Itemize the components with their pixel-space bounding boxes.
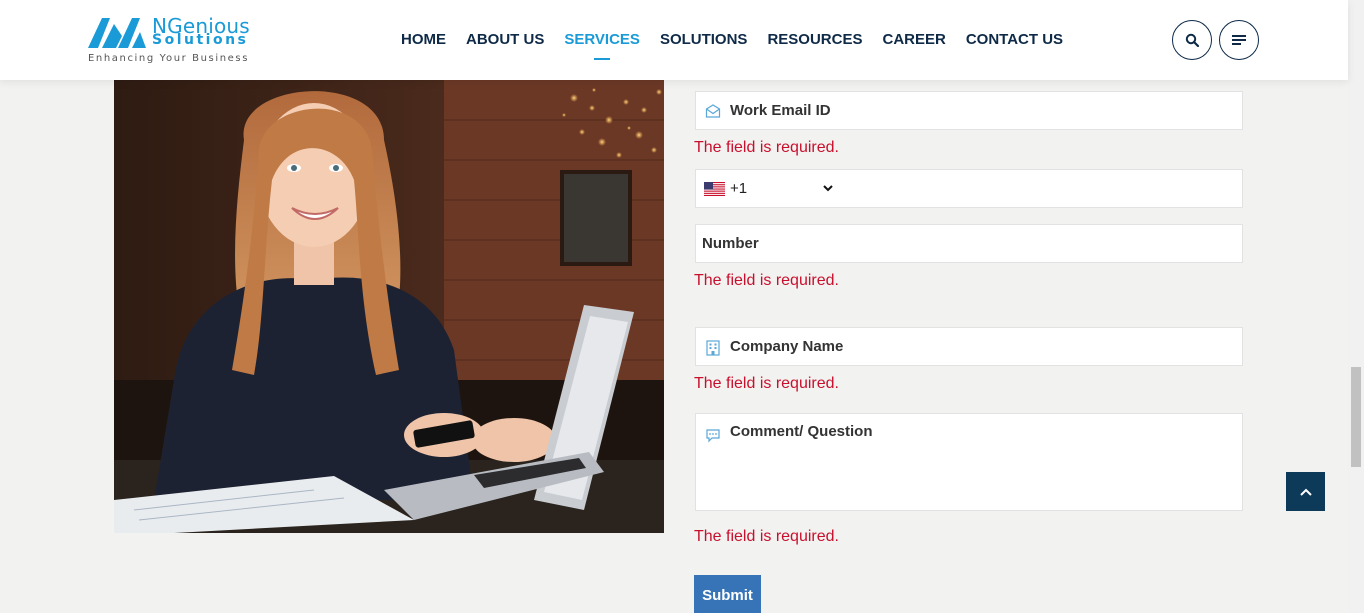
hero-photo <box>114 80 664 533</box>
scrollbar-thumb[interactable] <box>1351 367 1361 467</box>
nav-services[interactable]: SERVICES <box>564 31 640 60</box>
company-name-placeholder: Company Name <box>730 338 844 355</box>
nav-solutions[interactable]: SOLUTIONS <box>660 31 748 48</box>
main-nav: HOME ABOUT US SERVICES SOLUTIONS RESOURC… <box>401 31 1083 60</box>
comment-error: The field is required. <box>694 528 839 545</box>
back-to-top-button[interactable] <box>1286 472 1325 511</box>
chevron-up-icon <box>1299 488 1312 496</box>
nav-home[interactable]: HOME <box>401 31 446 48</box>
company-error: The field is required. <box>694 375 839 392</box>
hamburger-menu-icon <box>1232 35 1246 45</box>
nav-career[interactable]: CAREER <box>882 31 945 48</box>
submit-button[interactable]: Submit <box>694 575 761 613</box>
logo-sub: Solutions <box>152 32 249 48</box>
chevron-down-icon <box>823 185 833 192</box>
logo-mark-icon <box>88 18 146 48</box>
comment-textarea[interactable]: Comment/ Question <box>695 413 1243 511</box>
nav-about-us[interactable]: ABOUT US <box>466 31 544 48</box>
comment-placeholder: Comment/ Question <box>730 423 873 440</box>
envelope-icon <box>705 104 721 118</box>
nav-resources[interactable]: RESOURCES <box>767 31 862 48</box>
page-scrollbar[interactable] <box>1348 0 1364 613</box>
search-icon <box>1185 33 1199 47</box>
number-field[interactable]: Number <box>695 224 1243 263</box>
work-email-placeholder: Work Email ID <box>730 102 831 119</box>
number-placeholder: Number <box>702 235 759 252</box>
search-button[interactable] <box>1172 20 1212 60</box>
logo[interactable]: NGenious Solutions Enhancing Your Busine… <box>88 14 258 66</box>
nav-contact-us[interactable]: CONTACT US <box>966 31 1063 48</box>
menu-button[interactable] <box>1219 20 1259 60</box>
phone-country-select[interactable]: +1 <box>695 169 1243 208</box>
woman-with-laptop-image <box>114 80 664 533</box>
chat-bubble-icon <box>706 429 720 443</box>
country-code: +1 <box>730 180 748 197</box>
company-name-field[interactable]: Company Name <box>695 327 1243 366</box>
site-header: NGenious Solutions Enhancing Your Busine… <box>0 0 1348 80</box>
number-error: The field is required. <box>694 272 839 289</box>
us-flag-icon <box>704 182 725 196</box>
email-error: The field is required. <box>694 139 839 156</box>
logo-tagline: Enhancing Your Business <box>88 53 250 64</box>
work-email-field[interactable]: Work Email ID <box>695 91 1243 130</box>
building-icon <box>706 340 720 356</box>
